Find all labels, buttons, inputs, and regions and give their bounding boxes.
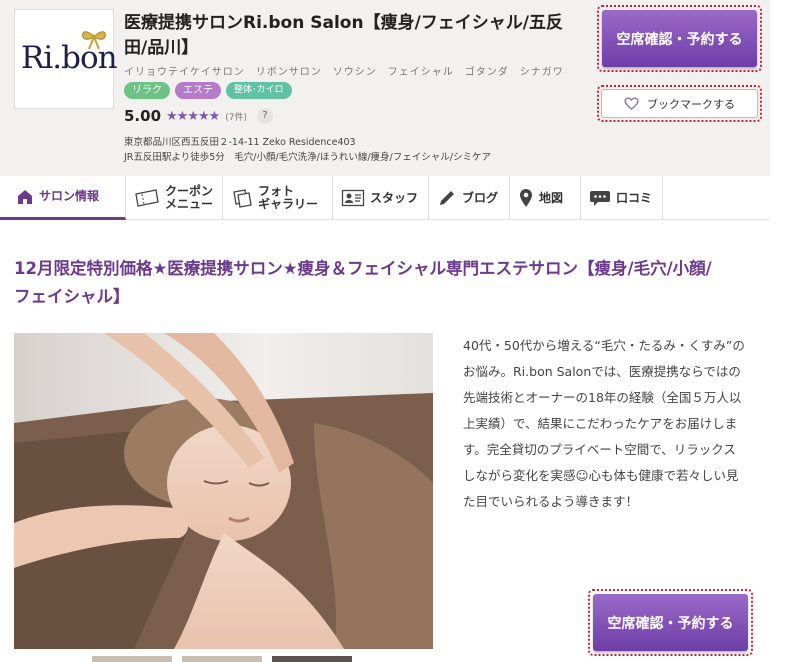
heart-icon	[624, 97, 639, 110]
tab-salon-info[interactable]: サロン情報	[0, 176, 126, 220]
salon-kana: イリョウテイケイサロン リボンサロン ソウシン フェイシャル ゴタンダ シナガワ	[124, 67, 564, 78]
reserve-button-bottom[interactable]: 空席確認・予約する	[593, 594, 748, 651]
page-scrollbar[interactable]	[770, 0, 791, 662]
salon-header: Ri.bon 医療提携サロンRi.bon Salon【痩身/フェイシャル/五反田…	[0, 0, 770, 176]
home-icon	[18, 189, 32, 204]
genre-tag: リラク	[124, 82, 170, 99]
map-pin-icon	[520, 189, 532, 207]
reserve-button-frame: 空席確認・予約する	[597, 5, 762, 72]
review-count[interactable]: (7件)	[225, 110, 247, 123]
thumbnail[interactable]	[182, 656, 262, 662]
salon-nav-tabs: サロン情報 クーポン メニュー フォト ギャラリー スタッフ ブログ 地図 口コ…	[0, 176, 770, 220]
genre-tag: 整体･カイロ	[226, 82, 292, 99]
photo-icon	[233, 189, 252, 208]
bookmark-button[interactable]: ブックマークする	[601, 89, 758, 118]
salon-main-photo	[14, 333, 433, 649]
chat-icon	[590, 191, 610, 206]
tab-coupon-menu[interactable]: クーポン メニュー	[126, 176, 223, 220]
salon-address-block: 東京都品川区西五反田２-14-11 Zeko Residence403 JR五反…	[124, 135, 491, 165]
staff-icon	[341, 189, 365, 207]
tab-label: スタッフ	[370, 190, 419, 205]
tab-label: 口コミ	[616, 190, 653, 205]
tab-photo-gallery[interactable]: フォト ギャラリー	[223, 176, 333, 220]
photo-thumbnails	[92, 656, 352, 662]
thumbnail[interactable]	[272, 656, 352, 662]
rating-row: 5.00 ★★★★★ (7件) ?	[124, 107, 274, 125]
coupon-icon	[135, 189, 159, 207]
catch-copy: 12月限定特別価格★医療提携サロン★痩身＆フェイシャル専門エステサロン【痩身/毛…	[14, 259, 712, 306]
tab-label: 地図	[539, 190, 564, 205]
help-icon[interactable]: ?	[257, 108, 274, 124]
reserve-button-frame-bottom: 空席確認・予約する	[588, 589, 753, 656]
tab-label: サロン情報	[39, 189, 100, 203]
bookmark-button-frame: ブックマークする	[597, 85, 762, 122]
rating-value: 5.00	[124, 107, 162, 125]
thumbnail[interactable]	[92, 656, 172, 662]
salon-logo: Ri.bon	[14, 9, 118, 109]
salon-access: JR五反田駅より徒歩5分 毛穴/小顔/毛穴洗浄/ほうれい線/痩身/フェイシャル/…	[124, 152, 491, 163]
salon-name: 医療提携サロンRi.bon Salon【痩身/フェイシャル/五反田/品川】	[124, 13, 563, 58]
tab-label: クーポン メニュー	[165, 184, 214, 211]
tab-reviews[interactable]: 口コミ	[581, 176, 663, 220]
genre-tags: リラク エステ 整体･カイロ	[124, 82, 292, 99]
tab-blog[interactable]: ブログ	[429, 176, 510, 220]
pen-icon	[440, 191, 454, 205]
tab-label: フォト ギャラリー	[258, 184, 319, 211]
tab-map[interactable]: 地図	[510, 176, 581, 220]
tab-staff[interactable]: スタッフ	[333, 176, 429, 220]
genre-tag: エステ	[175, 82, 221, 99]
reserve-button[interactable]: 空席確認・予約する	[602, 10, 757, 67]
bookmark-label: ブックマークする	[647, 97, 735, 111]
salon-address: 東京都品川区西五反田２-14-11 Zeko Residence403	[124, 137, 356, 148]
tab-label: ブログ	[462, 190, 499, 205]
facial-treatment-image	[14, 333, 433, 649]
salon-description: 40代・50代から増える“毛穴・たるみ・くすみ”のお悩み。Ri.bon Salo…	[463, 338, 745, 509]
rating-stars: ★★★★★	[166, 108, 220, 124]
ribbon-bow-icon	[82, 31, 106, 50]
